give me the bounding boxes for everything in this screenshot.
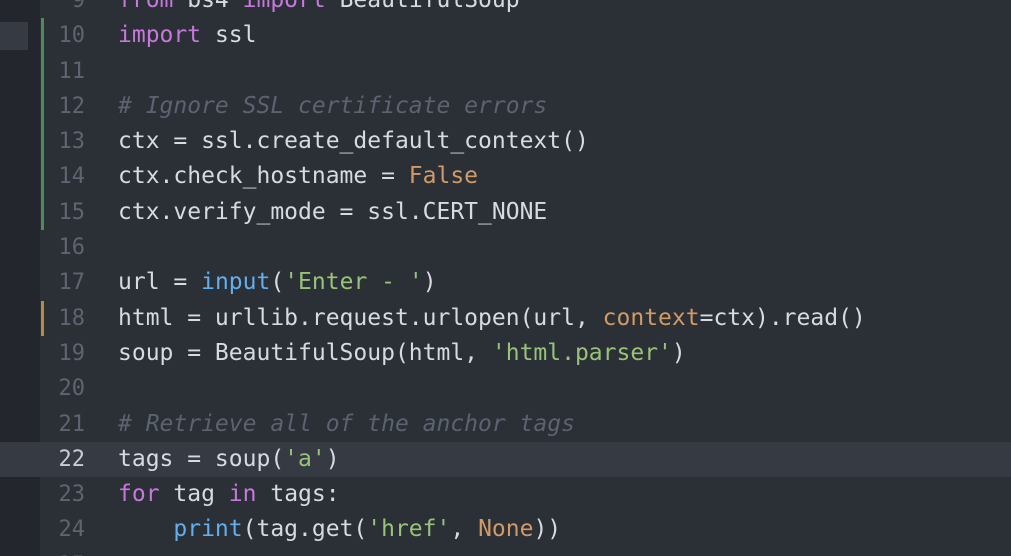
token-num: context [602,304,700,331]
token-num: None [478,516,534,543]
token-kw: for [118,481,160,508]
code-text[interactable]: ctx.verify_mode = ssl.CERT_NONE [118,195,547,230]
line-number[interactable]: 19 [40,336,86,371]
code-line[interactable]: 13 ctx = ssl.create_default_context() [0,124,1011,160]
code-text[interactable]: print(tag.get('href', None)) [118,512,561,547]
token-plain: =ctx).read() [699,304,866,331]
code-line[interactable]: 16 [0,230,1011,265]
token-plain: , [450,516,479,543]
token-fn: input [201,269,271,296]
token-plain: url = [118,269,202,296]
token-plain: ctx.verify_mode = ssl.CERT_NONE [118,198,548,225]
line-number[interactable]: 22 [40,442,86,477]
token-plain: ctx = ssl.create_default_context() [118,128,589,155]
token-plain: (tag.get( [242,516,368,543]
line-number[interactable]: 15 [40,195,86,230]
token-str: 'html.parser' [491,339,672,366]
token-num: False [408,163,479,190]
token-plain: ) [422,269,437,296]
code-lines[interactable]: 9 from bs4 import BeautifulSoup 10 import s… [0,0,1011,556]
line-number[interactable]: 17 [40,265,86,300]
code-editor[interactable]: 9 from bs4 import BeautifulSoup 10 import s… [0,0,1011,556]
line-number[interactable]: 24 [40,512,86,547]
code-line[interactable]: 9 from bs4 import BeautifulSoup [0,0,1011,18]
code-line[interactable]: 10 import ssl [0,18,1011,54]
token-plain: ssl [201,22,257,49]
token-plain: soup = BeautifulSoup(html, [118,339,492,366]
line-number[interactable]: 25 [40,548,86,556]
token-plain: ctx.check_hostname = [118,163,409,190]
code-text[interactable]: for tag in tags: [118,477,340,512]
token-plain: html = urllib.request.urlopen(url, [118,304,603,331]
line-number[interactable]: 20 [40,371,86,406]
token-kw: in [228,481,257,508]
token-str: 'Enter - ' [284,269,423,296]
code-line[interactable]: 17 url = input('Enter - ') [0,265,1011,300]
current-line[interactable]: 22 tags = soup('a') [0,441,1011,478]
code-text[interactable]: # Ignore SSL certificate errors [118,89,547,124]
code-line[interactable]: 25 [0,548,1011,556]
token-kw: import [118,22,202,49]
token-com: # Ignore SSL certificate errors [118,92,548,119]
token-plain: tag [159,481,229,508]
code-line[interactable]: 14 ctx.check_hostname = False [0,159,1011,195]
code-line[interactable]: 11 [0,53,1011,89]
code-text[interactable]: html = urllib.request.urlopen(url, conte… [118,301,866,336]
code-line[interactable]: 20 [0,371,1011,406]
token-plain: ) [325,445,340,472]
code-text[interactable]: # Retrieve all of the anchor tags [118,407,575,442]
line-number[interactable]: 10 [40,18,86,53]
line-number[interactable]: 18 [40,301,86,336]
code-text[interactable]: soup = BeautifulSoup(html, 'html.parser'… [118,336,686,371]
token-fn: print [173,516,243,543]
token-plain: bs4 [173,0,243,13]
line-number[interactable]: 14 [40,159,86,194]
code-line[interactable]: 18 html = urllib.request.urlopen(url, con… [0,300,1011,336]
code-line[interactable]: 23 for tag in tags: [0,477,1011,512]
code-line[interactable]: 12 # Ignore SSL certificate errors [0,88,1011,125]
code-text[interactable]: from bs4 import BeautifulSoup [118,0,520,18]
token-plain: tags = soup( [118,445,285,472]
line-number[interactable]: 9 [40,0,85,18]
line-number[interactable]: 23 [40,477,86,512]
code-text[interactable]: ctx = ssl.create_default_context() [118,124,589,159]
code-line[interactable]: 21 # Retrieve all of the anchor tags [0,407,1011,442]
token-str: 'href' [367,516,451,543]
line-number[interactable]: 21 [40,407,86,442]
token-plain: BeautifulSoup [325,0,520,13]
code-line[interactable]: 15 ctx.verify_mode = ssl.CERT_NONE [0,194,1011,231]
token-plain: ( [270,269,285,296]
code-text[interactable]: url = input('Enter - ') [118,265,437,300]
token-kw: import [242,0,326,13]
code-text[interactable]: ctx.check_hostname = False [118,159,478,194]
line-number[interactable]: 12 [40,89,86,124]
code-text[interactable]: tags = soup('a') [118,442,340,477]
line-number[interactable]: 11 [40,54,86,89]
token-com: # Retrieve all of the anchor tags [118,410,575,437]
token-plain: ) [671,339,686,366]
line-number[interactable]: 16 [40,230,86,265]
code-text[interactable]: import ssl [118,18,256,53]
token-str: 'a' [284,445,326,472]
token-plain: tags: [256,481,340,508]
code-line[interactable]: 24 print(tag.get('href', None)) [0,512,1011,547]
token-plain: )) [533,516,562,543]
line-number[interactable]: 13 [40,124,86,159]
token-kw: from [118,0,174,13]
code-line[interactable]: 19 soup = BeautifulSoup(html, 'html.parse… [0,336,1011,371]
